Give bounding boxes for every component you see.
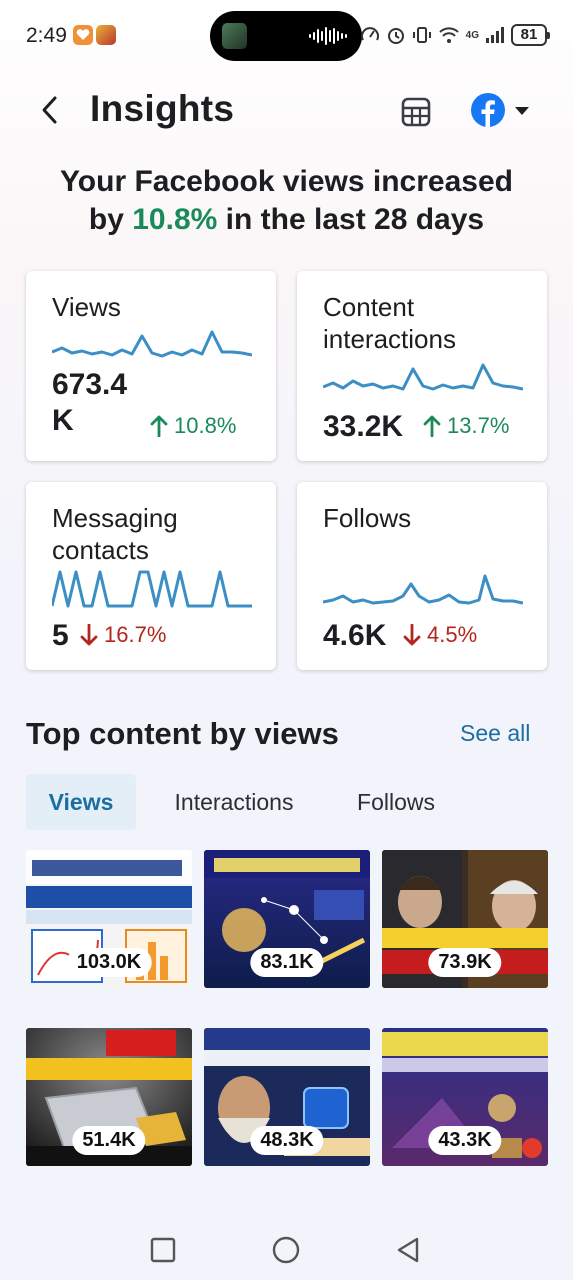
headline-line-2: by 10.8% in the last 28 days (20, 201, 553, 239)
views-value-unit: K (52, 404, 74, 437)
camera-notch (210, 11, 362, 61)
views-change: 10.8% (150, 413, 236, 439)
table-icon (401, 97, 431, 127)
messaging-contacts-sparkline (52, 570, 252, 608)
messaging-contacts-change-value: 16.7% (104, 622, 167, 647)
content-thumbnail[interactable]: 51.4K (26, 1028, 192, 1166)
alarm-icon (387, 28, 404, 44)
media-thumbnail (222, 23, 247, 49)
account-switcher[interactable] (468, 90, 534, 130)
vibrate-icon (412, 27, 431, 43)
messaging-contacts-title-line-2: contacts (52, 535, 149, 565)
tab-follows[interactable]: Follows (344, 774, 448, 830)
back-nav-button[interactable] (391, 1233, 425, 1267)
system-nav-bar (0, 1215, 573, 1280)
views-card[interactable]: Views 673.4 K 10.8% (26, 271, 276, 461)
views-count-badge: 73.9K (428, 948, 502, 977)
arrow-up-icon (150, 415, 168, 437)
messaging-contacts-change: 16.7% (80, 622, 166, 648)
content-thumbnail[interactable]: 73.9K (382, 850, 548, 988)
follows-sparkline (323, 574, 523, 605)
views-value: 673.4 K (52, 367, 127, 439)
arrow-down-icon (80, 624, 98, 646)
views-count-badge: 43.3K (428, 1126, 502, 1155)
follows-change: 4.5% (403, 622, 477, 648)
home-button[interactable] (269, 1233, 303, 1267)
status-icons: 4G 81 (360, 22, 550, 48)
content-interactions-change-value: 13.7% (447, 413, 510, 438)
facebook-icon (471, 93, 505, 127)
top-content-title: Top content by views (26, 716, 339, 751)
audio-wave-icon (309, 27, 347, 45)
recents-button[interactable] (146, 1233, 180, 1267)
views-card-title: Views (52, 292, 121, 322)
content-interactions-change: 13.7% (423, 413, 509, 439)
export-table-button[interactable] (396, 92, 436, 132)
app-header: Insights (0, 80, 573, 140)
follows-card[interactable]: Follows 4.6K 4.5% (297, 482, 547, 670)
wifi-icon (438, 27, 459, 43)
see-all-link[interactable]: See all (460, 720, 530, 747)
headline-by: by (88, 203, 124, 236)
views-count-badge: 83.1K (250, 948, 324, 977)
chevron-left-icon (42, 96, 57, 124)
page-title: Insights (90, 88, 235, 129)
content-thumbnail[interactable]: 48.3K (204, 1028, 370, 1166)
network-type: 4G (465, 29, 479, 41)
content-interactions-value: 33.2K (323, 410, 404, 443)
content-thumbnail[interactable]: 43.3K (382, 1028, 548, 1166)
arrow-down-icon (403, 624, 421, 646)
views-count-badge: 51.4K (72, 1126, 146, 1155)
views-sparkline (52, 330, 252, 358)
messaging-contacts-value: 5 (52, 619, 69, 652)
headline-line-1: Your Facebook views increased (60, 165, 513, 198)
views-summary-headline: Your Facebook views increased by 10.8% i… (20, 163, 553, 239)
battery-indicator: 81 (511, 24, 550, 46)
messaging-contacts-card[interactable]: Messaging contacts 5 16.7% (26, 482, 276, 670)
headline-percent: 10.8% (132, 203, 218, 236)
views-value-number: 673.4 (52, 368, 128, 401)
caret-down-icon (515, 107, 529, 115)
follows-value: 4.6K (323, 619, 387, 652)
back-button[interactable] (30, 90, 70, 130)
content-thumbnail[interactable]: 83.1K (204, 850, 370, 988)
follows-card-title: Follows (323, 503, 412, 533)
views-count-badge: 103.0K (66, 948, 152, 977)
content-interactions-sparkline (323, 363, 523, 391)
game-notification-icon (96, 25, 116, 45)
tab-views[interactable]: Views (26, 774, 136, 830)
content-interactions-title-line-2: interactions (323, 324, 456, 354)
app-notification-icon (73, 25, 93, 45)
content-thumbnail[interactable]: 103.0K (26, 850, 192, 988)
content-interactions-card-title: Content interactions (323, 291, 456, 355)
signal-icon (486, 27, 504, 43)
arrow-up-icon (423, 415, 441, 437)
top-content-tabs: Views Interactions Follows (26, 774, 546, 830)
status-bar: 2:49 4G 81 (0, 0, 573, 72)
speed-icon (360, 27, 379, 41)
views-count-badge: 48.3K (250, 1126, 324, 1155)
content-interactions-title-line-1: Content (323, 292, 415, 322)
messaging-contacts-card-title: Messaging contacts (52, 502, 178, 566)
content-interactions-card[interactable]: Content interactions 33.2K 13.7% (297, 271, 547, 461)
follows-change-value: 4.5% (427, 622, 478, 647)
views-change-value: 10.8% (174, 413, 237, 438)
messaging-contacts-title-line-1: Messaging (52, 503, 178, 533)
headline-after: in the last 28 days (225, 203, 485, 236)
status-time: 2:49 (26, 24, 67, 47)
tab-interactions[interactable]: Interactions (154, 774, 314, 830)
